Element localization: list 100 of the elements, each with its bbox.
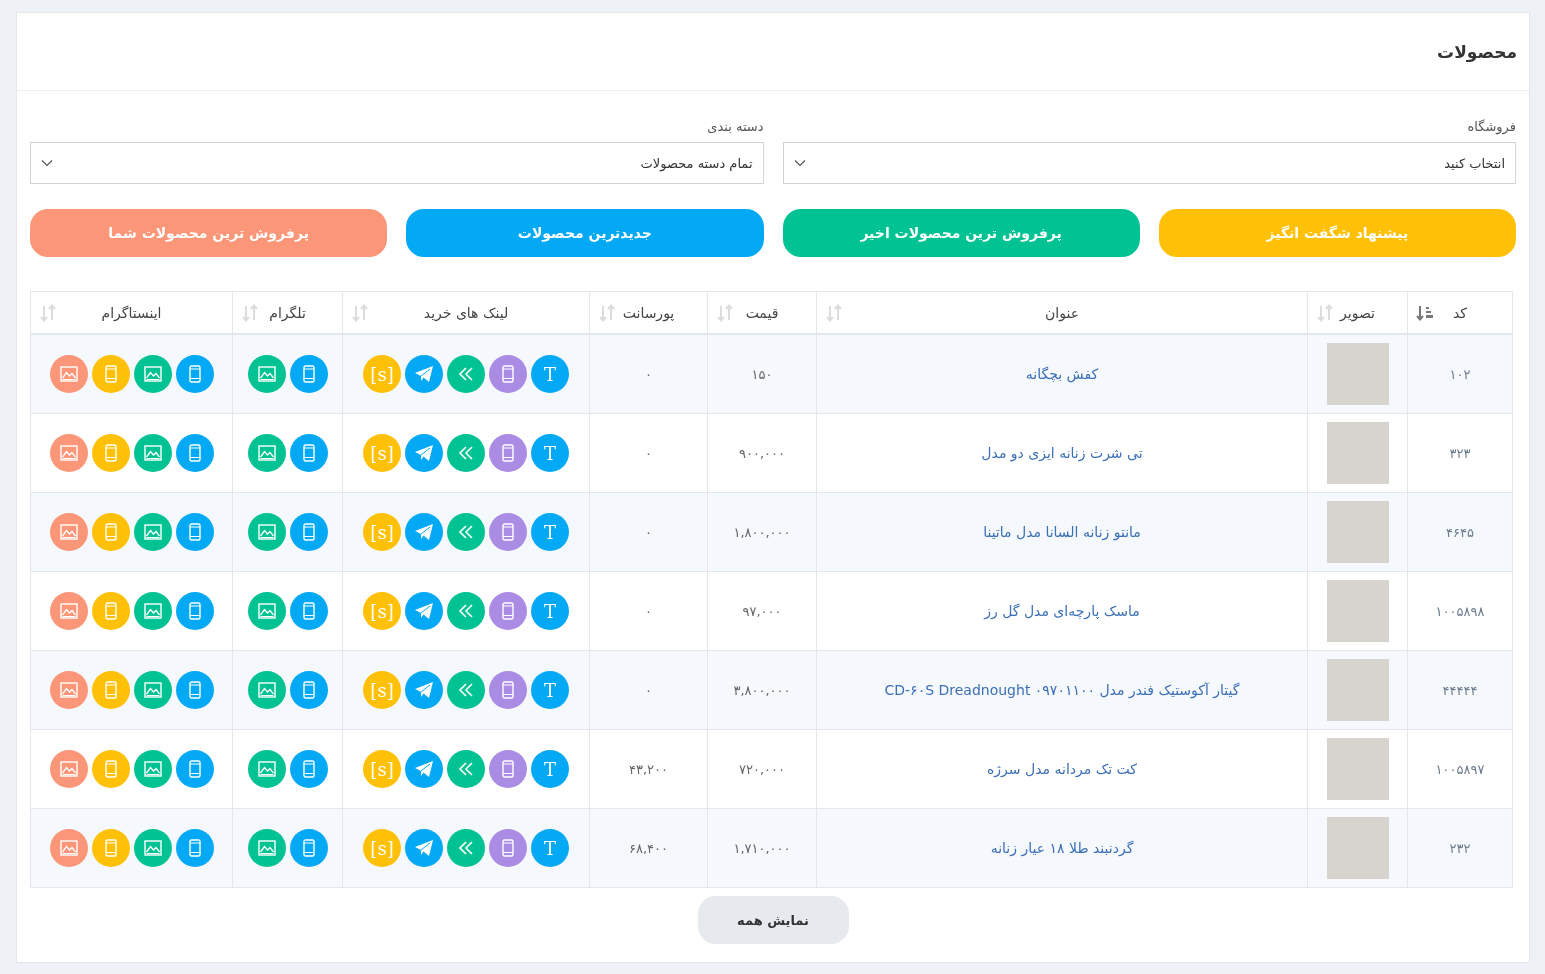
image-button[interactable] [49,592,88,630]
phone-icon [502,365,514,383]
mobile-button[interactable] [289,513,328,551]
product-title-link[interactable]: ماسک پارچه‌ای مدل گل رز [984,603,1140,619]
mobile-button[interactable] [175,592,214,630]
column-header[interactable]: تلگرام [269,304,306,321]
telegram-button[interactable] [405,829,443,867]
image-button[interactable] [49,513,88,551]
filter-button[interactable]: جدیدترین محصولات [406,209,764,257]
mobile-button[interactable] [91,434,130,472]
telegram-button[interactable] [405,592,443,630]
dropdown-field[interactable]: تمام دسته محصولات [30,142,764,184]
double-chevron-button[interactable] [447,434,485,472]
double-chevron-button[interactable] [447,592,485,630]
show-all-button[interactable]: نمایش همه [697,896,849,944]
mobile-button[interactable] [289,750,328,788]
phone-icon [188,365,201,383]
product-title-link[interactable]: کت تک مردانه مدل سرژه [987,761,1137,777]
mobile-button[interactable] [489,434,527,472]
product-title-link[interactable]: کفش بچگانه [1025,366,1099,382]
text-link-button[interactable]: T [531,592,569,630]
image-button[interactable] [247,829,286,867]
image-button[interactable] [247,592,286,630]
image-button[interactable] [247,513,286,551]
paper-plane-icon [414,444,434,462]
mobile-button[interactable] [289,434,328,472]
mobile-button[interactable] [489,671,527,709]
column-header[interactable]: اینستاگرام [101,304,162,321]
mobile-button[interactable] [175,355,214,393]
product-title-link[interactable]: مانتو زنانه السانا مدل ماتینا [983,524,1141,540]
telegram-button[interactable] [405,355,443,393]
double-chevron-button[interactable] [447,750,485,788]
text-link-button[interactable]: T [531,750,569,788]
image-button[interactable] [49,750,88,788]
text-link-button[interactable]: T [531,671,569,709]
image-button[interactable] [247,671,286,709]
mobile-button[interactable] [175,671,214,709]
mobile-button[interactable] [91,592,130,630]
mobile-button[interactable] [289,355,328,393]
text-link-button[interactable]: T [531,434,569,472]
telegram-button[interactable] [405,434,443,472]
mobile-button[interactable] [91,513,130,551]
mobile-button[interactable] [175,750,214,788]
image-button[interactable] [133,829,172,867]
product-title-link[interactable]: گردنبند طلا ۱۸ عیار زنانه [990,840,1134,856]
image-button[interactable] [133,671,172,709]
paper-plane-icon [414,681,434,699]
sort-icon[interactable] [1416,303,1434,322]
mobile-button[interactable] [91,829,130,867]
image-button[interactable] [133,750,172,788]
column-header[interactable]: پورسانت [622,304,675,321]
image-button[interactable] [247,434,286,472]
column-header[interactable]: تصویر [1340,304,1375,321]
image-button[interactable] [133,513,172,551]
image-button[interactable] [133,434,172,472]
text-link-button[interactable]: T [531,513,569,551]
mobile-button[interactable] [489,829,527,867]
mobile-button[interactable] [489,592,527,630]
mobile-button[interactable] [175,513,214,551]
product-title-link[interactable]: تی شرت زنانه ایزی دو مدل [981,445,1143,461]
text-link-button[interactable]: T [531,829,569,867]
image-button[interactable] [49,829,88,867]
double-chevron-button[interactable] [447,355,485,393]
phone-icon [188,444,201,462]
mobile-button[interactable] [91,671,130,709]
filter-label: دسته بندی [707,119,764,134]
column-header[interactable]: قیمت [745,304,779,321]
price-text: ۹۷,۰۰۰ [742,603,782,619]
mobile-button[interactable] [289,829,328,867]
mobile-button[interactable] [175,829,214,867]
column-header[interactable]: کد [1453,304,1467,321]
dropdown-field[interactable]: انتخاب کنید [782,142,1516,184]
double-chevron-button[interactable] [447,513,485,551]
mobile-button[interactable] [91,355,130,393]
telegram-button[interactable] [405,750,443,788]
image-button[interactable] [49,434,88,472]
telegram-button[interactable] [405,513,443,551]
column-header[interactable]: عنوان [1045,304,1079,321]
image-button[interactable] [49,355,88,393]
product-title-link[interactable]: گیتار آکوستیک فندر مدل ۰۹۷۰۱۱۰۰ CD-۶۰S Dreadnought [884,682,1240,698]
image-button[interactable] [247,750,286,788]
mobile-button[interactable] [489,513,527,551]
image-button[interactable] [247,355,286,393]
telegram-button[interactable] [405,671,443,709]
mobile-button[interactable] [489,750,527,788]
image-button[interactable] [133,592,172,630]
image-icon [143,761,162,777]
product-code: ۴۴۴۴۴ [1442,682,1478,698]
mobile-button[interactable] [489,355,527,393]
double-chevron-button[interactable] [447,671,485,709]
image-button[interactable] [49,671,88,709]
mobile-button[interactable] [289,671,328,709]
double-chevron-button[interactable] [447,829,485,867]
text-link-button[interactable]: T [531,355,569,393]
image-button[interactable] [133,355,172,393]
mobile-button[interactable] [91,750,130,788]
column-header[interactable]: لینک های خرید [423,304,509,321]
mobile-button[interactable] [175,434,214,472]
chevron-down-icon [41,159,53,167]
mobile-button[interactable] [289,592,328,630]
